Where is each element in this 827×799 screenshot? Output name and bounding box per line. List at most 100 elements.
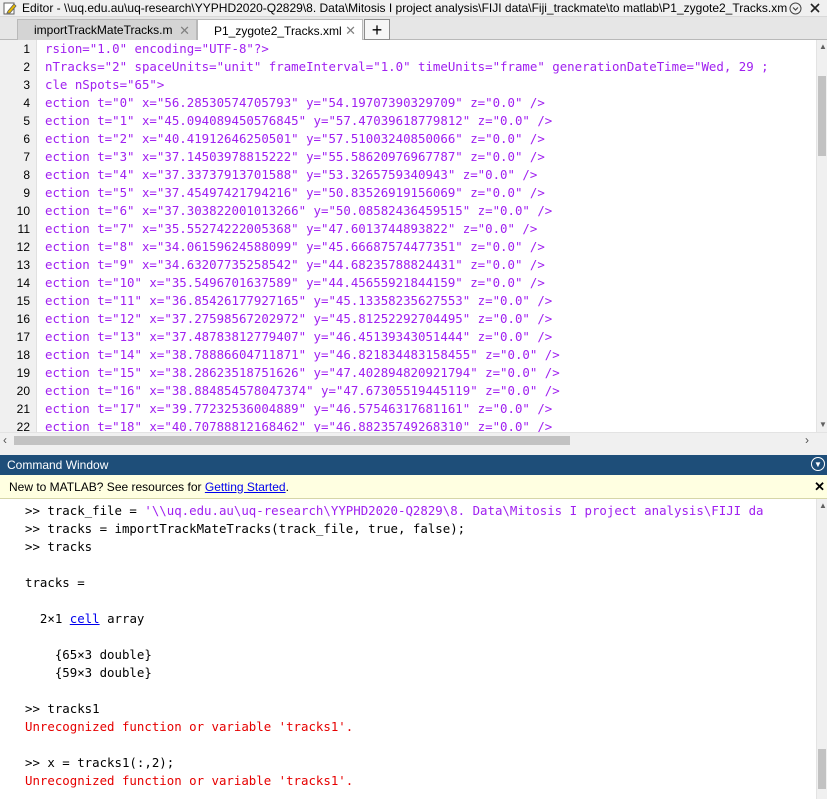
command-text: array bbox=[99, 611, 145, 626]
tab-close-icon[interactable]: ✕ bbox=[179, 23, 190, 39]
code-token: ection t="1" x="45.094089450576845" y="5… bbox=[45, 113, 553, 128]
code-token: ection t="11" x="36.85426177927165" y="4… bbox=[45, 293, 553, 308]
code-line: 20 ection t="16" x="38.884854578047374" y… bbox=[0, 382, 816, 400]
command-window-scrollbar[interactable]: ▲ bbox=[816, 499, 827, 799]
command-text: >> tracks1 bbox=[25, 701, 100, 716]
code-token: ection t="14" x="38.78886604711871" y="4… bbox=[45, 347, 560, 362]
code-token: ection t="17" x="39.77232536004889" y="4… bbox=[45, 401, 553, 416]
close-icon[interactable]: ✕ bbox=[814, 479, 825, 495]
code-token: ection t="12" x="37.27598567202972" y="4… bbox=[45, 311, 553, 326]
editor-title: Editor - \\uq.edu.au\uq-research\YYPHD20… bbox=[22, 1, 787, 15]
scroll-up-icon[interactable]: ▲ bbox=[819, 501, 827, 510]
editor-horizontal-scrollbar[interactable]: ‹ › bbox=[0, 432, 827, 447]
code-text: ection t="10" x="35.5496701637589" y="44… bbox=[45, 274, 545, 292]
command-text: 2×1 bbox=[25, 611, 70, 626]
new-to-matlab-notice: New to MATLAB? See resources for Getting… bbox=[0, 475, 827, 499]
code-line: 18 ection t="14" x="38.78886604711871" y=… bbox=[0, 346, 816, 364]
code-text: cle nSpots="65"> bbox=[45, 76, 164, 94]
command-window-title: Command Window bbox=[7, 458, 109, 472]
line-number: 22 bbox=[16, 420, 30, 432]
code-line: 6 ection t="2" x="40.41912646250501" y="5… bbox=[0, 130, 816, 148]
code-line: 19 ection t="15" x="38.28623518751626" y=… bbox=[0, 364, 816, 382]
code-token: cle nSpots="65"> bbox=[45, 77, 165, 92]
line-number: 12 bbox=[16, 240, 30, 254]
command-text: Unrecognized function or variable 'track… bbox=[25, 719, 354, 734]
line-number: 17 bbox=[16, 330, 30, 344]
code-line: 16 ection t="12" x="37.27598567202972" y=… bbox=[0, 310, 816, 328]
chevron-down-icon[interactable]: ▼ bbox=[811, 457, 825, 471]
code-text: ection t="2" x="40.41912646250501" y="57… bbox=[45, 130, 545, 148]
cell-link[interactable]: cell bbox=[70, 611, 100, 626]
getting-started-link[interactable]: Getting Started bbox=[205, 480, 286, 494]
code-line: 15 ection t="11" x="36.85426177927165" y=… bbox=[0, 292, 816, 310]
code-token: ection t="5" x="37.45497421794216" y="50… bbox=[45, 185, 545, 200]
scrollbar-thumb[interactable] bbox=[818, 76, 826, 156]
add-tab-button[interactable]: + bbox=[364, 19, 390, 40]
tab-import-trackmate-tracks[interactable]: importTrackMateTracks.m ✕ bbox=[17, 19, 197, 40]
code-text: ection t="18" x="40.70788812168462" y="4… bbox=[45, 418, 552, 432]
code-token: ection t="6" x="37.303822001013266" y="5… bbox=[45, 203, 553, 218]
code-token: ection t="2" x="40.41912646250501" y="57… bbox=[45, 131, 545, 146]
editor-title-bar: Editor - \\uq.edu.au\uq-research\YYPHD20… bbox=[0, 0, 827, 17]
scrollbar-thumb[interactable] bbox=[818, 749, 826, 789]
code-token: ection t="8" x="34.06159624588099" y="45… bbox=[45, 239, 545, 254]
code-line: 3 cle nSpots="65"> bbox=[0, 76, 816, 94]
command-line: Unrecognized function or variable 'track… bbox=[25, 718, 353, 736]
command-text: Unrecognized function or variable 'track… bbox=[25, 773, 354, 788]
command-line: >> tracks = importTrackMateTracks(track_… bbox=[25, 520, 465, 538]
close-icon[interactable] bbox=[807, 0, 823, 16]
chevron-down-icon[interactable] bbox=[787, 0, 803, 16]
editor-vertical-scrollbar[interactable]: ▲ ▼ bbox=[816, 40, 827, 432]
editor-tab-bar: importTrackMateTracks.m ✕ P1_zygote2_Tra… bbox=[0, 17, 827, 41]
line-number: 19 bbox=[16, 366, 30, 380]
line-number: 4 bbox=[23, 96, 30, 110]
scrollbar-thumb[interactable] bbox=[14, 436, 570, 445]
notice-text: New to MATLAB? See resources for Getting… bbox=[9, 480, 289, 494]
code-line: 14 ection t="10" x="35.5496701637589" y="… bbox=[0, 274, 816, 292]
code-text: ection t="0" x="56.28530574705793" y="54… bbox=[45, 94, 545, 112]
command-text: >> track_file = bbox=[25, 503, 145, 518]
command-text: {59×3 double} bbox=[25, 665, 152, 680]
code-line: 8 ection t="4" x="37.33737913701588" y="5… bbox=[0, 166, 816, 184]
code-token: ection t="0" x="56.28530574705793" y="54… bbox=[45, 95, 545, 110]
command-window-body[interactable]: >> track_file = '\\uq.edu.au\uq-research… bbox=[0, 499, 827, 799]
command-line: {59×3 double} bbox=[25, 664, 152, 682]
command-text: >> tracks bbox=[25, 539, 93, 554]
code-token: ection t="10" x="35.5496701637589" y="44… bbox=[45, 275, 545, 290]
code-text: nTracks="2" spaceUnits="unit" frameInter… bbox=[45, 58, 769, 76]
tab-label: importTrackMateTracks.m bbox=[34, 23, 173, 37]
line-number: 10 bbox=[16, 204, 30, 218]
notice-message: New to MATLAB? See resources for bbox=[9, 479, 205, 494]
code-editor[interactable]: 1 rsion="1.0" encoding="UTF-8"?> 2 nTracks=… bbox=[0, 40, 827, 432]
tab-label: P1_zygote2_Tracks.xml bbox=[214, 23, 342, 38]
code-token: ection t="4" x="37.33737913701588" y="53… bbox=[45, 167, 538, 182]
code-token: nTracks="2" spaceUnits="unit" frameInter… bbox=[45, 59, 769, 74]
code-text: ection t="6" x="37.303822001013266" y="5… bbox=[45, 202, 552, 220]
line-number: 16 bbox=[16, 312, 30, 326]
line-number: 18 bbox=[16, 348, 30, 362]
code-text: ection t="9" x="34.63207735258542" y="44… bbox=[45, 256, 545, 274]
line-number: 1 bbox=[23, 42, 30, 56]
tab-p1-zygote2-tracks[interactable]: P1_zygote2_Tracks.xml ✕ bbox=[197, 19, 363, 41]
scroll-left-icon[interactable]: ‹ bbox=[3, 433, 7, 447]
pane-splitter[interactable] bbox=[0, 447, 827, 455]
line-number: 9 bbox=[23, 186, 30, 200]
code-line: 17 ection t="13" x="37.48783812779407" y=… bbox=[0, 328, 816, 346]
code-text: ection t="5" x="37.45497421794216" y="50… bbox=[45, 184, 545, 202]
code-text: ection t="4" x="37.33737913701588" y="53… bbox=[45, 166, 537, 184]
command-line: >> track_file = '\\uq.edu.au\uq-research… bbox=[25, 502, 764, 520]
code-text: ection t="14" x="38.78886604711871" y="4… bbox=[45, 346, 560, 364]
command-line: >> x = tracks1(:,2); bbox=[25, 754, 174, 772]
scroll-down-icon[interactable]: ▼ bbox=[819, 420, 827, 429]
code-text: ection t="12" x="37.27598567202972" y="4… bbox=[45, 310, 552, 328]
command-line: Unrecognized function or variable 'track… bbox=[25, 772, 353, 790]
command-text: {65×3 double} bbox=[25, 647, 152, 662]
scroll-right-icon[interactable]: › bbox=[805, 433, 809, 447]
scroll-up-icon[interactable]: ▲ bbox=[819, 42, 827, 51]
code-text: ection t="13" x="37.48783812779407" y="4… bbox=[45, 328, 552, 346]
code-token: ection t="18" x="40.70788812168462" y="4… bbox=[45, 419, 553, 432]
command-line: >> tracks1 bbox=[25, 700, 100, 718]
line-number: 15 bbox=[16, 294, 30, 308]
tab-close-icon[interactable]: ✕ bbox=[345, 23, 356, 39]
command-window-header: Command Window ▼ bbox=[0, 455, 827, 475]
